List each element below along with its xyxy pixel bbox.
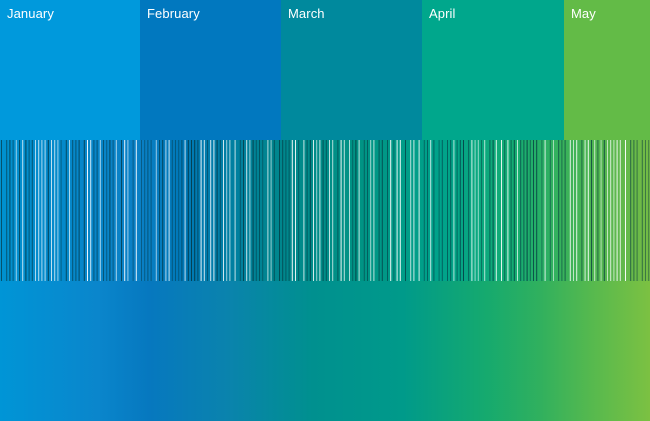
month-label-april: April	[429, 6, 456, 21]
calendar-visualization: January February March April May	[0, 0, 650, 421]
day-stripes	[1, 140, 650, 281]
month-label-january: January	[7, 6, 54, 21]
month-blocks: January February March April May	[0, 0, 650, 140]
month-march: March	[281, 0, 422, 140]
month-february: February	[140, 0, 281, 140]
month-label-march: March	[288, 6, 325, 21]
month-label-may: May	[571, 6, 596, 21]
month-january: January	[0, 0, 140, 140]
gradient-band	[0, 281, 650, 421]
month-label-february: February	[147, 6, 200, 21]
month-may: May	[564, 0, 650, 140]
month-april: April	[422, 0, 564, 140]
day-stripes-band	[0, 140, 650, 281]
